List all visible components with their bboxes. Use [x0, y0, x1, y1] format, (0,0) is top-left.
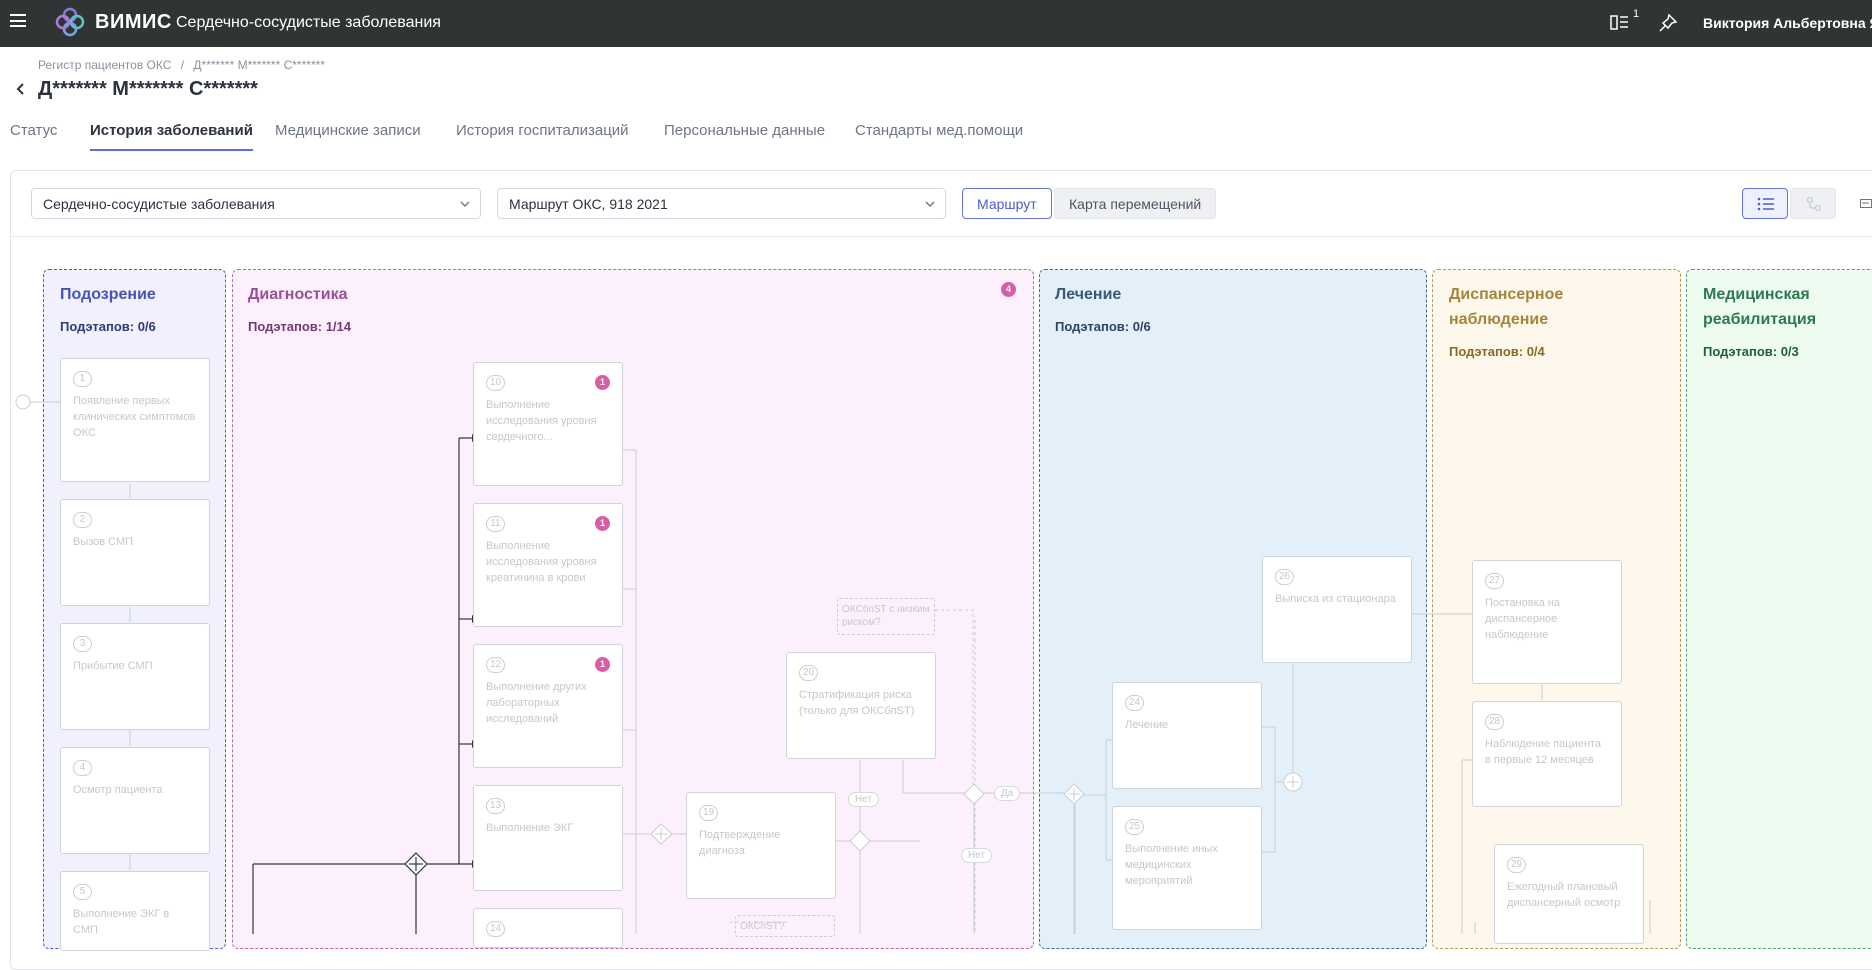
- step-label: Лечение: [1125, 719, 1169, 731]
- route-step[interactable]: 29 Ежегодный плановый диспансерный осмот…: [1494, 844, 1644, 944]
- step-number: 3: [73, 636, 92, 652]
- step-number: 12: [486, 657, 506, 673]
- route-step[interactable]: 12 Выполнение других лабораторных исслед…: [473, 644, 623, 768]
- step-number: 25: [1125, 819, 1145, 835]
- route-step[interactable]: 24 Лечение: [1112, 682, 1262, 789]
- step-label: Наблюдение пациента в первые 12 месяцев: [1485, 738, 1601, 766]
- route-step[interactable]: 2 Вызов СМП: [60, 499, 210, 606]
- route-step[interactable]: 3 Прибытие СМП: [60, 623, 210, 730]
- route-step[interactable]: 28 Наблюдение пациента в первые 12 месяц…: [1472, 701, 1622, 807]
- step-badge: 1: [595, 657, 610, 672]
- step-label: Выполнение иных медицинских мероприятий: [1125, 843, 1218, 887]
- route-step[interactable]: 1 Появление первых клинических симптомов…: [60, 358, 210, 482]
- step-number: 13: [486, 798, 506, 814]
- branch-label-yes: Да: [994, 786, 1021, 801]
- condition-note: ОКСбпST с низким риском?: [837, 598, 935, 635]
- route-step[interactable]: 5 Выполнение ЭКГ в СМП: [60, 871, 210, 951]
- route-step[interactable]: 13 Выполнение ЭКГ: [473, 785, 623, 891]
- step-number: 28: [1485, 714, 1505, 730]
- step-label: Прибытие СМП: [73, 660, 153, 672]
- step-number: 29: [1507, 857, 1527, 873]
- step-label: Выполнение других лабораторных исследова…: [486, 681, 587, 725]
- step-number: 10: [486, 375, 506, 391]
- step-label: Выполнение исследования уровня сердечног…: [486, 399, 597, 443]
- step-label: Вызов СМП: [73, 536, 134, 548]
- route-step[interactable]: 11 Выполнение исследования уровня креати…: [473, 503, 623, 627]
- step-number: 26: [1275, 569, 1295, 585]
- route-step[interactable]: 27 Постановка на диспансерное наблюдение: [1472, 560, 1622, 684]
- step-label: Выполнение исследования уровня креатинин…: [486, 540, 597, 584]
- step-number: 1: [73, 371, 92, 387]
- step-label: Осмотр пациента: [73, 784, 163, 796]
- route-step[interactable]: 4 Осмотр пациента: [60, 747, 210, 854]
- step-number: 2: [73, 512, 92, 528]
- step-number: 4: [73, 760, 92, 776]
- branch-label-no: Нет: [961, 848, 993, 863]
- route-step[interactable]: 25 Выполнение иных медицинских мероприят…: [1112, 806, 1262, 930]
- step-label: Постановка на диспансерное наблюдение: [1485, 597, 1561, 641]
- step-label: Появление первых клинических симптомов О…: [73, 395, 196, 439]
- branch-label-no: Нет: [848, 792, 880, 807]
- step-number: 5: [73, 884, 92, 900]
- route-step[interactable]: 10 Выполнение исследования уровня сердеч…: [473, 362, 623, 486]
- step-label: Выписка из стационара: [1275, 593, 1396, 605]
- step-label: Подтверждение диагноза: [699, 829, 781, 857]
- route-step[interactable]: 14: [473, 908, 623, 948]
- step-label: Выполнение ЭКГ: [486, 822, 574, 834]
- step-number: 24: [1125, 695, 1145, 711]
- step-label: Ежегодный плановый диспансерный осмотр: [1507, 881, 1621, 909]
- step-number: 20: [799, 665, 819, 681]
- step-number: 19: [699, 805, 719, 821]
- step-number: 14: [486, 921, 506, 937]
- route-step[interactable]: 20 Стратификация риска (только для ОКСбп…: [786, 652, 936, 759]
- step-badge: 1: [595, 375, 610, 390]
- step-number: 27: [1485, 573, 1505, 589]
- route-step[interactable]: 26 Выписка из стационара: [1262, 556, 1412, 663]
- step-label: Стратификация риска (только для ОКСбпST): [799, 689, 915, 717]
- step-badge: 1: [595, 516, 610, 531]
- route-step[interactable]: 19 Подтверждение диагноза: [686, 792, 836, 899]
- step-label: Выполнение ЭКГ в СМП: [73, 908, 170, 936]
- step-number: 11: [486, 516, 505, 532]
